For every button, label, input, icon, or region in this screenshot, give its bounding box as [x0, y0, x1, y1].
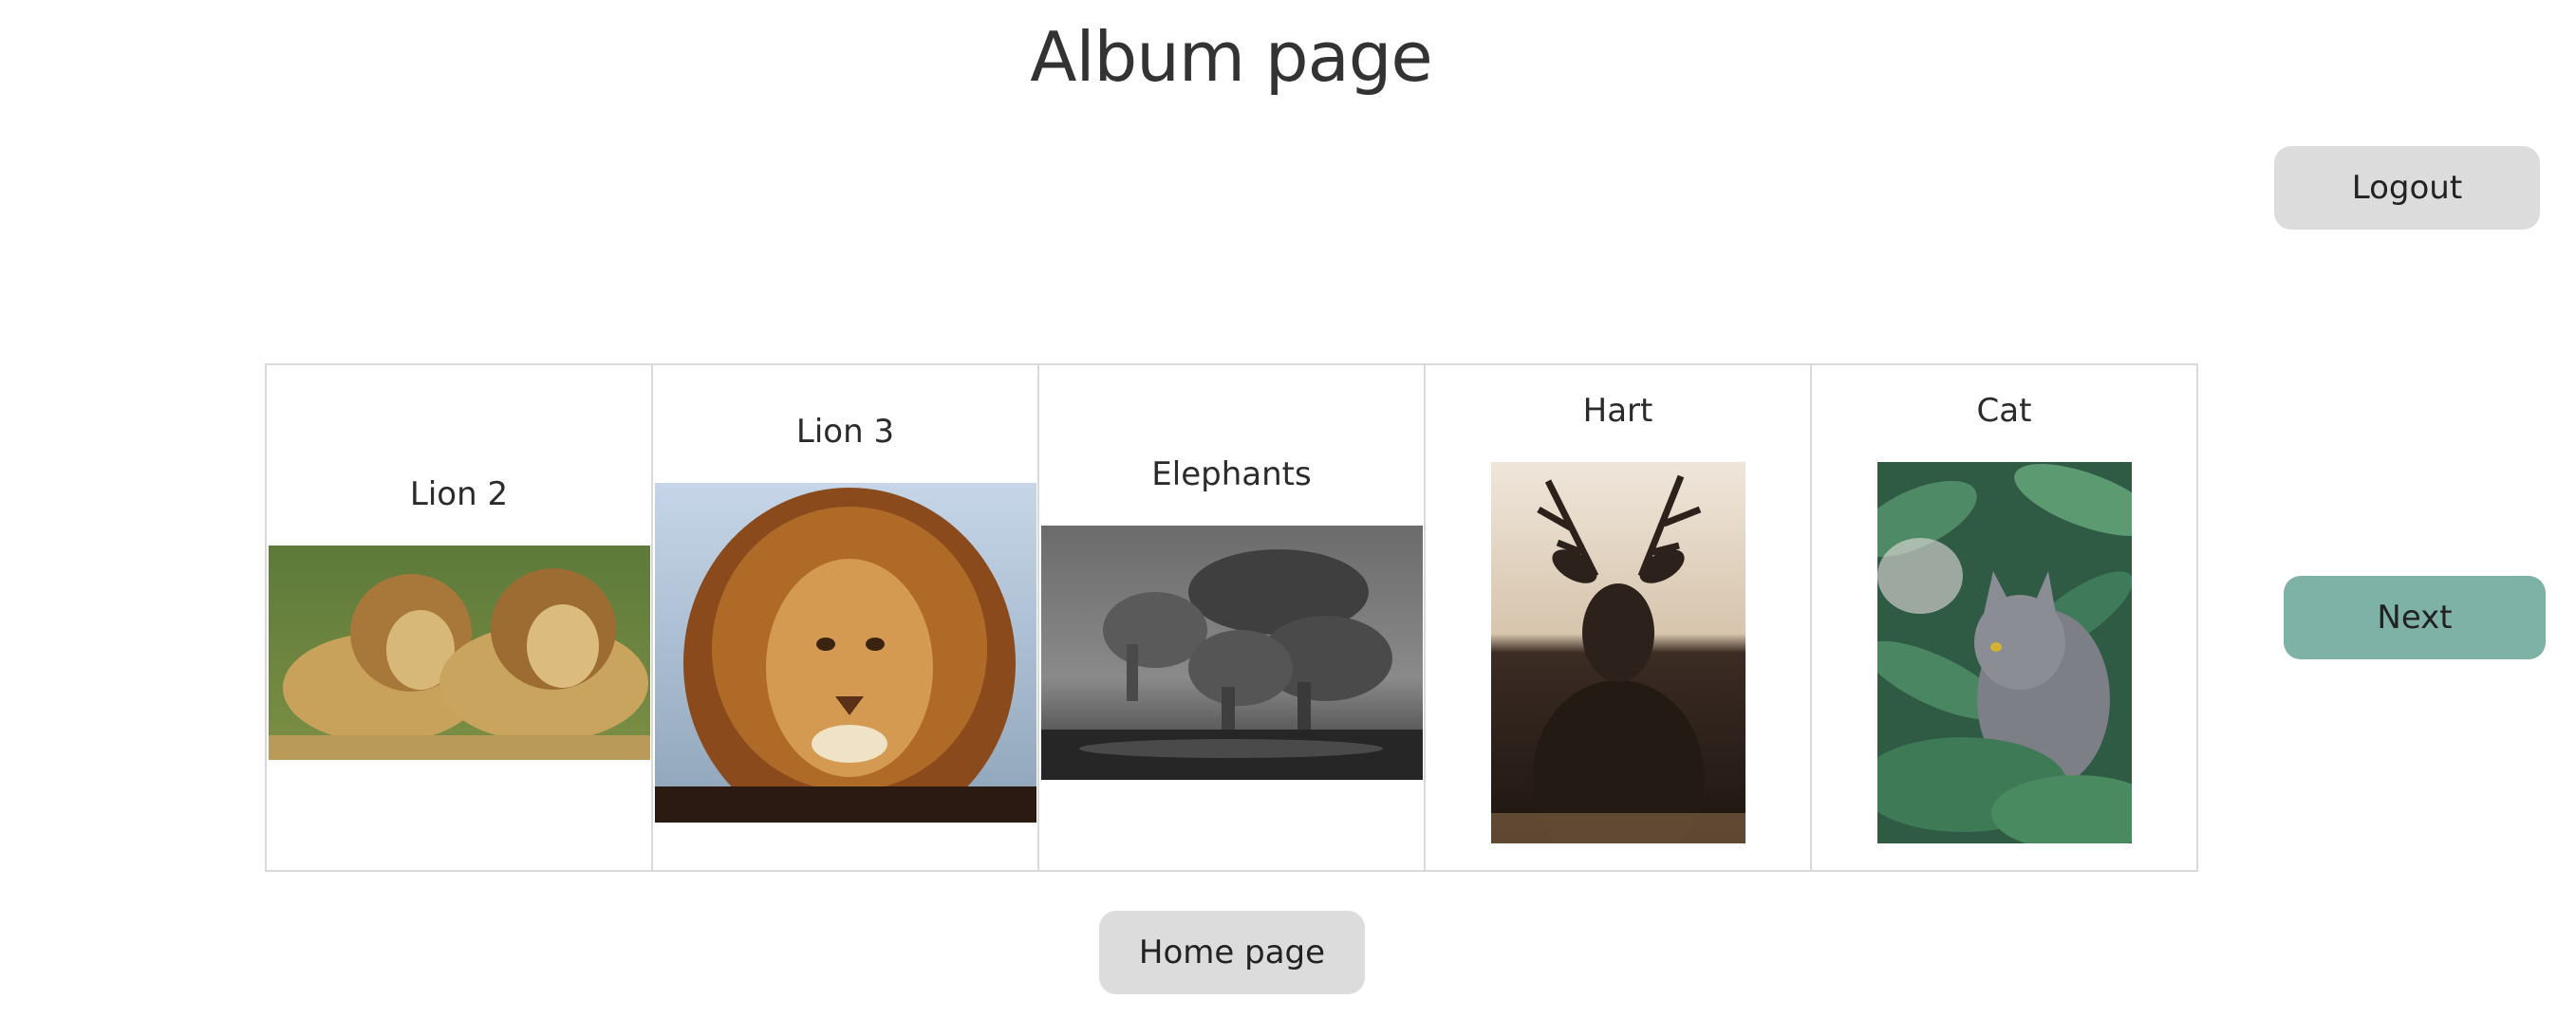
lion-portrait-photo[interactable]	[654, 483, 1036, 823]
album-item-label: Elephants	[1151, 455, 1312, 493]
next-button[interactable]: Next	[2284, 576, 2546, 659]
home-page-button[interactable]: Home page	[1099, 911, 1365, 994]
album-item-label: Lion 2	[409, 475, 509, 513]
album-item-label: Cat	[1976, 392, 2032, 430]
album-item-lion-2[interactable]: Lion 2	[267, 365, 653, 870]
album-item-hart[interactable]: Hart	[1426, 365, 1812, 870]
album-item-label: Hart	[1582, 392, 1653, 430]
album-item-elephants[interactable]: Elephants	[1039, 365, 1426, 870]
album-page: Album page Logout Lion 2 Lion 3 Elephant…	[0, 0, 2576, 1036]
album-item-label: Lion 3	[795, 413, 895, 451]
logout-button[interactable]: Logout	[2274, 146, 2540, 230]
page-title: Album page	[1030, 17, 1432, 97]
cat-photo[interactable]	[1876, 462, 2132, 843]
album-item-lion-3[interactable]: Lion 3	[653, 365, 1039, 870]
deer-photo[interactable]	[1490, 462, 1745, 843]
elephants-photo[interactable]	[1040, 526, 1423, 780]
album-grid: Lion 2 Lion 3 Elephants Hart Cat	[265, 363, 2198, 872]
album-item-cat[interactable]: Cat	[1812, 365, 2196, 870]
lions-photo[interactable]	[268, 546, 650, 760]
